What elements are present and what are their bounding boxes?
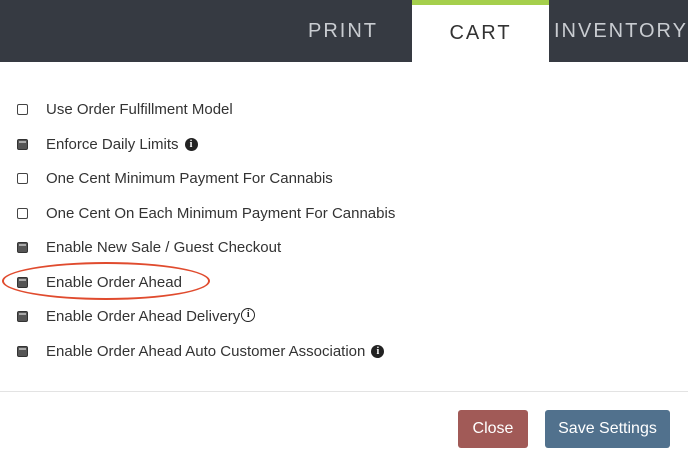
top-navigation-bar: PRINT CART INVENTORY <box>0 0 688 62</box>
option-label: Enforce Daily Limits <box>46 135 179 153</box>
option-use-order-fulfillment-model[interactable]: Use Order Fulfillment Model <box>0 92 660 126</box>
option-label-wrap: Enforce Daily Limits i <box>46 136 198 153</box>
checkbox-enable-new-sale-guest-checkout[interactable] <box>17 241 28 253</box>
checkbox-enable-order-ahead-delivery[interactable] <box>17 310 28 322</box>
option-label: Enable Order Ahead Auto Customer Associa… <box>46 342 366 360</box>
checkbox-enforce-daily-limits[interactable] <box>17 138 28 150</box>
option-label: Enable New Sale / Guest Checkout <box>46 238 282 256</box>
option-label: Use Order Fulfillment Model <box>46 100 233 118</box>
option-one-cent-minimum-payment[interactable]: One Cent Minimum Payment For Cannabis <box>0 161 660 195</box>
option-enable-new-sale-guest-checkout[interactable]: Enable New Sale / Guest Checkout <box>0 230 660 264</box>
tab-print[interactable]: PRINT <box>300 0 386 62</box>
checkbox-one-cent-minimum-payment[interactable] <box>17 172 28 184</box>
option-label: Enable Order Ahead Delivery <box>46 307 241 325</box>
checkbox-one-cent-each-minimum-payment[interactable] <box>17 207 28 219</box>
footer-divider <box>0 391 688 392</box>
option-enable-order-ahead[interactable]: Enable Order Ahead <box>0 265 660 299</box>
option-enforce-daily-limits[interactable]: Enforce Daily Limits i <box>0 127 660 161</box>
info-icon[interactable]: i <box>184 137 198 151</box>
option-label: One Cent On Each Minimum Payment For Can… <box>46 204 396 222</box>
close-button[interactable]: Close <box>458 410 528 448</box>
option-enable-order-ahead-auto-customer-association[interactable]: Enable Order Ahead Auto Customer Associa… <box>0 334 660 368</box>
checkbox-use-order-fulfillment-model[interactable] <box>17 103 28 115</box>
option-label: One Cent Minimum Payment For Cannabis <box>46 169 333 187</box>
save-settings-button[interactable]: Save Settings <box>545 410 670 448</box>
option-label-wrap: Enable Order Ahead Auto Customer Associa… <box>46 342 385 360</box>
option-label: Enable Order Ahead <box>46 273 182 291</box>
option-label-wrap: Enable Order Ahead Delivery i <box>46 307 256 325</box>
checkbox-enable-order-ahead[interactable] <box>17 276 28 288</box>
option-enable-order-ahead-delivery[interactable]: Enable Order Ahead Delivery i <box>0 299 660 333</box>
tab-inventory[interactable]: INVENTORY <box>550 0 688 62</box>
tab-cart[interactable]: CART <box>412 0 549 62</box>
info-icon[interactable]: i <box>241 307 256 322</box>
checkbox-enable-order-ahead-auto-customer-association[interactable] <box>17 345 28 357</box>
info-icon[interactable]: i <box>371 344 385 358</box>
option-one-cent-each-minimum-payment[interactable]: One Cent On Each Minimum Payment For Can… <box>0 196 660 230</box>
